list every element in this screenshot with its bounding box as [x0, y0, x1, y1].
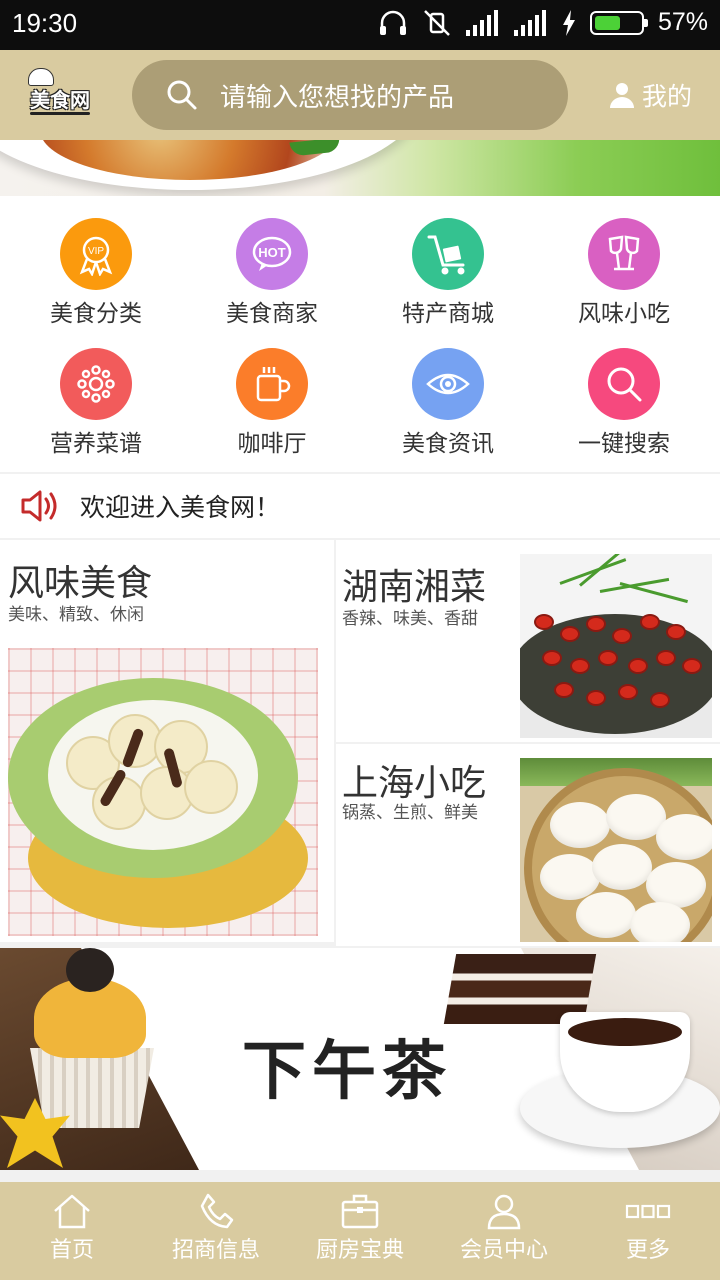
wine-glasses-icon: [608, 235, 640, 271]
battery-percent: 57%: [657, 8, 708, 36]
search-input[interactable]: 请输入您想找的产品: [220, 77, 454, 114]
signal-icon-2: [513, 9, 546, 36]
speaker-icon: [21, 490, 57, 522]
food-card-title: 湖南湘菜: [342, 567, 487, 608]
coffee-cup-icon: [256, 367, 291, 402]
hot-icon: HOT: [252, 236, 292, 271]
notice-text: 欢迎进入美食网！: [80, 493, 281, 522]
mine-label: 我的: [641, 82, 692, 111]
svg-text:VIP: VIP: [88, 246, 104, 257]
search-icon: [607, 367, 642, 402]
search-icon: [167, 80, 197, 110]
category-news[interactable]: 美食资讯: [358, 326, 538, 457]
tea-banner-title: 下午茶: [242, 1034, 452, 1109]
status-icons: 57%: [378, 8, 708, 37]
top-banner[interactable]: [0, 140, 720, 196]
category-label: 美食资讯: [402, 431, 494, 457]
category-circle: [60, 348, 132, 420]
category-snacks[interactable]: 风味小吃: [534, 196, 714, 327]
category-label: 一键搜索: [578, 431, 670, 457]
nav-kitchen-guide[interactable]: 厨房宝典: [288, 1182, 432, 1280]
category-food-types[interactable]: VIP 美食分类: [6, 196, 186, 327]
category-label: 咖啡厅: [237, 431, 307, 457]
charging-icon: [562, 9, 575, 36]
category-circle: HOT: [236, 218, 308, 290]
food-card-subtitle: 锅蒸、生煎、鲜美: [342, 803, 478, 823]
food-card-title: 风味美食: [8, 563, 153, 604]
steamed-buns-image: [520, 758, 712, 942]
logo-text: 美食网: [30, 88, 90, 112]
notice-bar[interactable]: 欢迎进入美食网！: [0, 474, 720, 538]
food-card-subtitle: 美味、精致、休闲: [8, 605, 144, 625]
category-cafe[interactable]: 咖啡厅: [182, 326, 362, 457]
flower-icon: [77, 365, 115, 403]
header: 美食网 请输入您想找的产品 我的: [0, 50, 720, 140]
status-time: 19:30: [12, 8, 78, 38]
cupcake-image: [30, 1048, 154, 1128]
logo-underline: [30, 112, 90, 115]
eye-icon: [426, 373, 470, 395]
more-icon: [625, 1204, 671, 1219]
home-icon: [54, 1194, 90, 1229]
category-recipes[interactable]: 营养菜谱: [6, 326, 186, 457]
banana-bowl-image: [8, 648, 318, 936]
nav-more[interactable]: 更多: [576, 1182, 720, 1280]
headphone-icon: [379, 10, 406, 35]
logo[interactable]: 美食网: [22, 68, 98, 124]
chili-fish-image: [520, 554, 712, 738]
nav-member-center[interactable]: 会员中心: [432, 1182, 576, 1280]
mine-button[interactable]: 我的: [609, 77, 692, 113]
nav-label: 会员中心: [459, 1238, 548, 1263]
category-label: 美食分类: [50, 301, 142, 327]
nav-label: 首页: [49, 1238, 94, 1263]
afternoon-tea-banner[interactable]: 下午茶: [0, 948, 720, 1170]
food-card-hunan[interactable]: 湖南湘菜 香辣、味美、香甜: [336, 540, 720, 742]
bottom-nav: 首页 招商信息 厨房宝典 会员中心 更多: [0, 1182, 720, 1280]
search-bar[interactable]: 请输入您想找的产品: [132, 60, 568, 130]
category-food-merchants[interactable]: HOT 美食商家: [182, 196, 362, 327]
user-icon: [609, 83, 634, 108]
battery-icon: [589, 10, 648, 35]
svg-text:HOT: HOT: [258, 245, 286, 260]
category-circle: [588, 218, 660, 290]
nav-label: 更多: [625, 1238, 670, 1263]
category-label: 特产商城: [402, 301, 494, 327]
category-circle: VIP: [60, 218, 132, 290]
category-label: 风味小吃: [578, 301, 670, 327]
user-icon: [487, 1194, 521, 1230]
phone-icon: [200, 1193, 234, 1229]
vibrate-off-icon: [424, 9, 450, 36]
briefcase-icon: [341, 1194, 379, 1229]
nav-home[interactable]: 首页: [0, 1182, 144, 1280]
category-circle: [588, 348, 660, 420]
vip-ribbon-icon: VIP: [79, 236, 113, 276]
food-card-subtitle: 香辣、味美、香甜: [342, 609, 478, 629]
cart-icon: [427, 235, 465, 275]
category-circle: [412, 218, 484, 290]
food-card-shanghai[interactable]: 上海小吃 锅蒸、生煎、鲜美: [336, 744, 720, 946]
category-label: 营养菜谱: [50, 431, 142, 457]
food-card-flavor[interactable]: 风味美食 美味、精致、休闲: [0, 540, 334, 942]
category-label: 美食商家: [226, 301, 318, 327]
category-circle: [412, 348, 484, 420]
category-search[interactable]: 一键搜索: [534, 326, 714, 457]
category-grid: VIP 美食分类 HOT 美食商家 特产商城 风味小吃 营养菜谱 咖啡厅 美食资…: [0, 196, 720, 472]
nav-label: 招商信息: [171, 1238, 260, 1263]
status-bar: 19:30 57%: [0, 0, 720, 50]
nav-label: 厨房宝典: [315, 1238, 404, 1263]
signal-icon: [465, 9, 498, 36]
nav-investment[interactable]: 招商信息: [144, 1182, 288, 1280]
category-specialty-mall[interactable]: 特产商城: [358, 196, 538, 327]
category-circle: [236, 348, 308, 420]
